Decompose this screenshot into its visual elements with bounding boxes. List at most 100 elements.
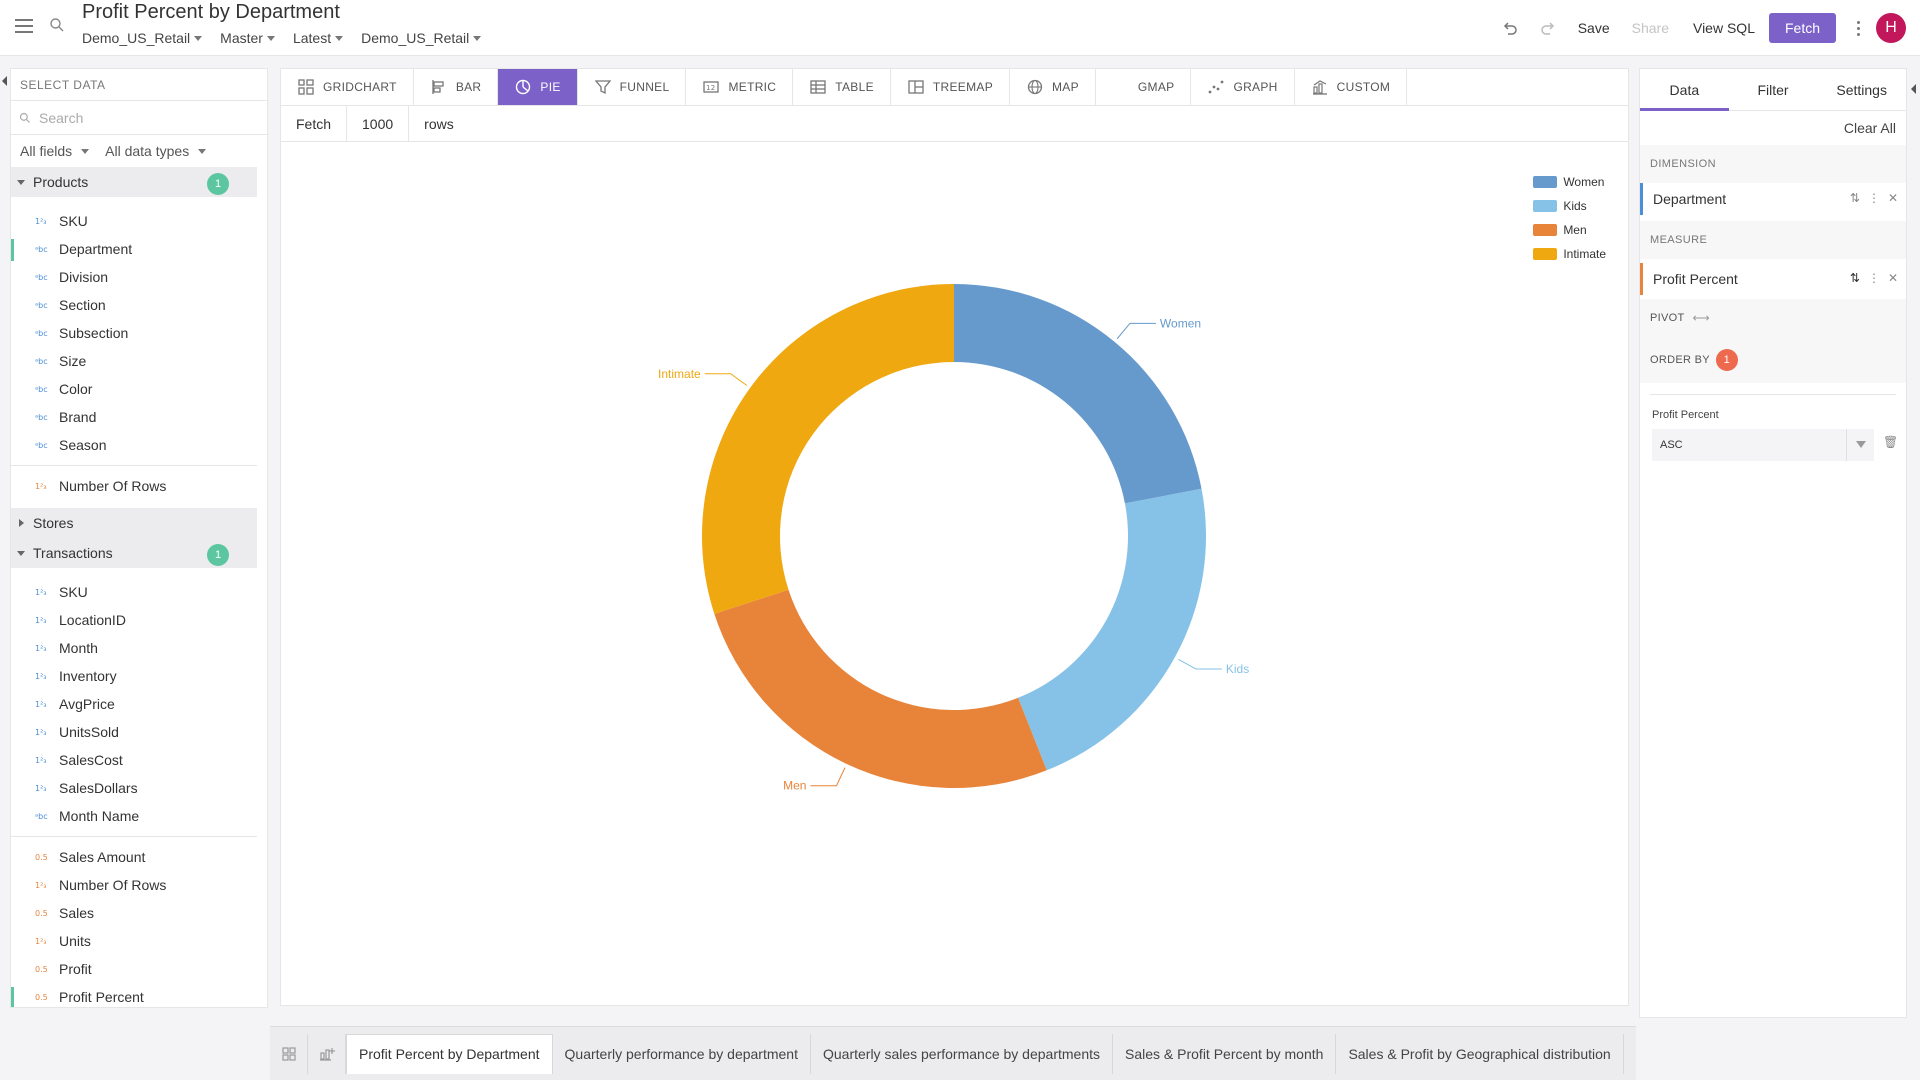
legend-item-kids[interactable]: Kids (1533, 194, 1606, 218)
sheet-tab-sales-profit-month[interactable]: Sales & Profit Percent by month (1113, 1033, 1337, 1074)
more-options-icon[interactable] (1856, 20, 1860, 36)
collapse-right-panel-icon[interactable] (1911, 84, 1916, 94)
chart-type-custom[interactable]: CUSTOM (1295, 69, 1408, 105)
clear-all-button[interactable]: Clear All (1844, 120, 1896, 136)
breadcrumb-dataset[interactable]: Demo_US_Retail (82, 30, 203, 46)
breadcrumb-version[interactable]: Latest (293, 30, 344, 46)
search-input[interactable]: Search (39, 110, 83, 126)
measure-item[interactable]: 0.5 Profit Percent (11, 983, 267, 1007)
chart-type-map[interactable]: MAP (1010, 69, 1096, 105)
field-item[interactable]: ᵃbc Section (11, 291, 267, 319)
pie-slice-kids[interactable] (1018, 488, 1206, 771)
field-item[interactable]: 1²₃ SalesDollars (11, 774, 267, 802)
sheet-tab-quarterly-sales[interactable]: Quarterly sales performance by departmen… (811, 1033, 1113, 1074)
field-item[interactable]: ᵃbc Size (11, 347, 267, 375)
field-item[interactable]: ᵃbc Season (11, 431, 267, 459)
field-item[interactable]: 1²₃ SKU (11, 207, 267, 235)
group-products[interactable]: Products 1 (11, 167, 257, 197)
add-chart-icon[interactable] (308, 1033, 346, 1074)
field-item[interactable]: ᵃbc Color (11, 375, 267, 403)
field-item[interactable]: ᵃbc Subsection (11, 319, 267, 347)
dimension-pill[interactable]: Department ⇅ ⋮ ✕ (1640, 183, 1906, 215)
chart-type-graph[interactable]: GRAPH (1191, 69, 1295, 105)
chart-type-gmap[interactable]: GMAP (1096, 69, 1192, 105)
chart-type-treemap[interactable]: TREEMAP (891, 69, 1010, 105)
redo-icon[interactable] (1538, 18, 1558, 38)
group-stores[interactable]: Stores (11, 508, 257, 538)
field-item[interactable]: 1²₃ UnitsSold (11, 718, 267, 746)
field-item[interactable]: 1²₃ SKU (11, 578, 267, 606)
order-field-label: Profit Percent (1652, 409, 1719, 421)
graph-icon (1207, 78, 1225, 96)
field-item[interactable]: ᵃbc Division (11, 263, 267, 291)
field-item[interactable]: 1²₃ SalesCost (11, 746, 267, 774)
field-item[interactable]: 1²₃ Inventory (11, 662, 267, 690)
tab-data[interactable]: Data (1640, 69, 1729, 111)
legend-item-women[interactable]: Women (1533, 170, 1606, 194)
field-item[interactable]: 1²₃ AvgPrice (11, 690, 267, 718)
fetch-button[interactable]: Fetch (1768, 13, 1836, 43)
more-options-icon[interactable]: ⋮ (1868, 271, 1880, 285)
trash-icon[interactable]: 🗑 (1883, 435, 1898, 449)
row-limit-input[interactable]: 1000 (347, 105, 410, 142)
chart-type-metric[interactable]: 12 METRIC (686, 69, 794, 105)
measure-item[interactable]: 0.5 Sales (11, 899, 267, 927)
chart-type-gridchart[interactable]: GRIDCHART (281, 69, 414, 105)
order-by-row[interactable]: ORDER BY 1 (1640, 337, 1906, 383)
measure-item[interactable]: 0.5 Profit (11, 955, 267, 983)
field-search[interactable]: Search (11, 101, 267, 135)
collapse-left-panel-icon[interactable] (2, 76, 7, 86)
field-item[interactable]: ᵃbc Brand (11, 403, 267, 431)
group-transactions[interactable]: Transactions 1 (11, 538, 257, 568)
slice-label: Kids (1226, 662, 1249, 676)
measure-pill[interactable]: Profit Percent ⇅ ⋮ ✕ (1640, 263, 1906, 295)
chart-type-bar[interactable]: BAR (414, 69, 499, 105)
save-button[interactable]: Save (1578, 20, 1610, 36)
tab-filter[interactable]: Filter (1729, 69, 1818, 110)
order-direction-select[interactable]: ASC (1652, 429, 1874, 461)
measure-item[interactable]: 1²₃ Number Of Rows (11, 871, 267, 899)
measure-item[interactable]: 1²₃ Number Of Rows (11, 472, 267, 500)
close-icon[interactable]: ✕ (1888, 271, 1898, 285)
legend-label: Kids (1563, 199, 1587, 213)
sort-icon[interactable]: ⇅ (1850, 271, 1860, 285)
config-panel: Data Filter Settings Clear All DIMENSION… (1639, 68, 1907, 1018)
legend-item-intimate[interactable]: Intimate (1533, 242, 1606, 266)
menu-icon[interactable] (15, 19, 33, 33)
breadcrumb-branch[interactable]: Master (220, 30, 275, 46)
dimension-label: Department (1653, 191, 1727, 207)
field-item[interactable]: 1²₃ LocationID (11, 606, 267, 634)
sheet-tab-profit-percent[interactable]: Profit Percent by Department (346, 1033, 553, 1074)
pivot-row[interactable]: PIVOT ⟷ (1640, 299, 1906, 337)
data-types-dropdown[interactable]: All data types (105, 143, 207, 159)
measure-item[interactable]: 1²₃ Units (11, 927, 267, 955)
chart-type-funnel[interactable]: FUNNEL (578, 69, 687, 105)
numeric-type-icon: 1²₃ (35, 481, 47, 491)
search-icon[interactable] (49, 17, 65, 33)
undo-icon[interactable] (1500, 18, 1520, 38)
share-button[interactable]: Share (1632, 20, 1669, 36)
sort-icon[interactable]: ⇅ (1850, 191, 1860, 205)
pie-slice-intimate[interactable] (702, 284, 954, 614)
legend-item-men[interactable]: Men (1533, 218, 1606, 242)
chart-type-pie[interactable]: PIE (498, 69, 578, 105)
numeric-type-icon: 1²₃ (35, 936, 47, 946)
sheet-tab-quarterly-performance[interactable]: Quarterly performance by department (553, 1033, 811, 1074)
grid-view-icon[interactable] (270, 1033, 308, 1074)
field-item[interactable]: ᵃbc Month Name (11, 802, 267, 830)
sheet-tab-geo-distribution[interactable]: Sales & Profit by Geographical distribut… (1336, 1033, 1624, 1074)
string-type-icon: ᵃbc (35, 440, 48, 450)
more-options-icon[interactable]: ⋮ (1868, 191, 1880, 205)
close-icon[interactable]: ✕ (1888, 191, 1898, 205)
chart-type-table[interactable]: TABLE (793, 69, 891, 105)
chevron-down-icon (17, 179, 25, 185)
pie-slice-men[interactable] (714, 589, 1047, 788)
field-item[interactable]: 1²₃ Month (11, 634, 267, 662)
tab-settings[interactable]: Settings (1817, 69, 1906, 110)
field-item[interactable]: ᵃbc Department (11, 235, 267, 263)
avatar[interactable]: H (1876, 13, 1906, 43)
measure-item[interactable]: 0.5 Sales Amount (11, 843, 267, 871)
all-fields-dropdown[interactable]: All fields (20, 143, 90, 159)
view-sql-button[interactable]: View SQL (1693, 20, 1755, 36)
breadcrumb-source[interactable]: Demo_US_Retail (361, 30, 482, 46)
